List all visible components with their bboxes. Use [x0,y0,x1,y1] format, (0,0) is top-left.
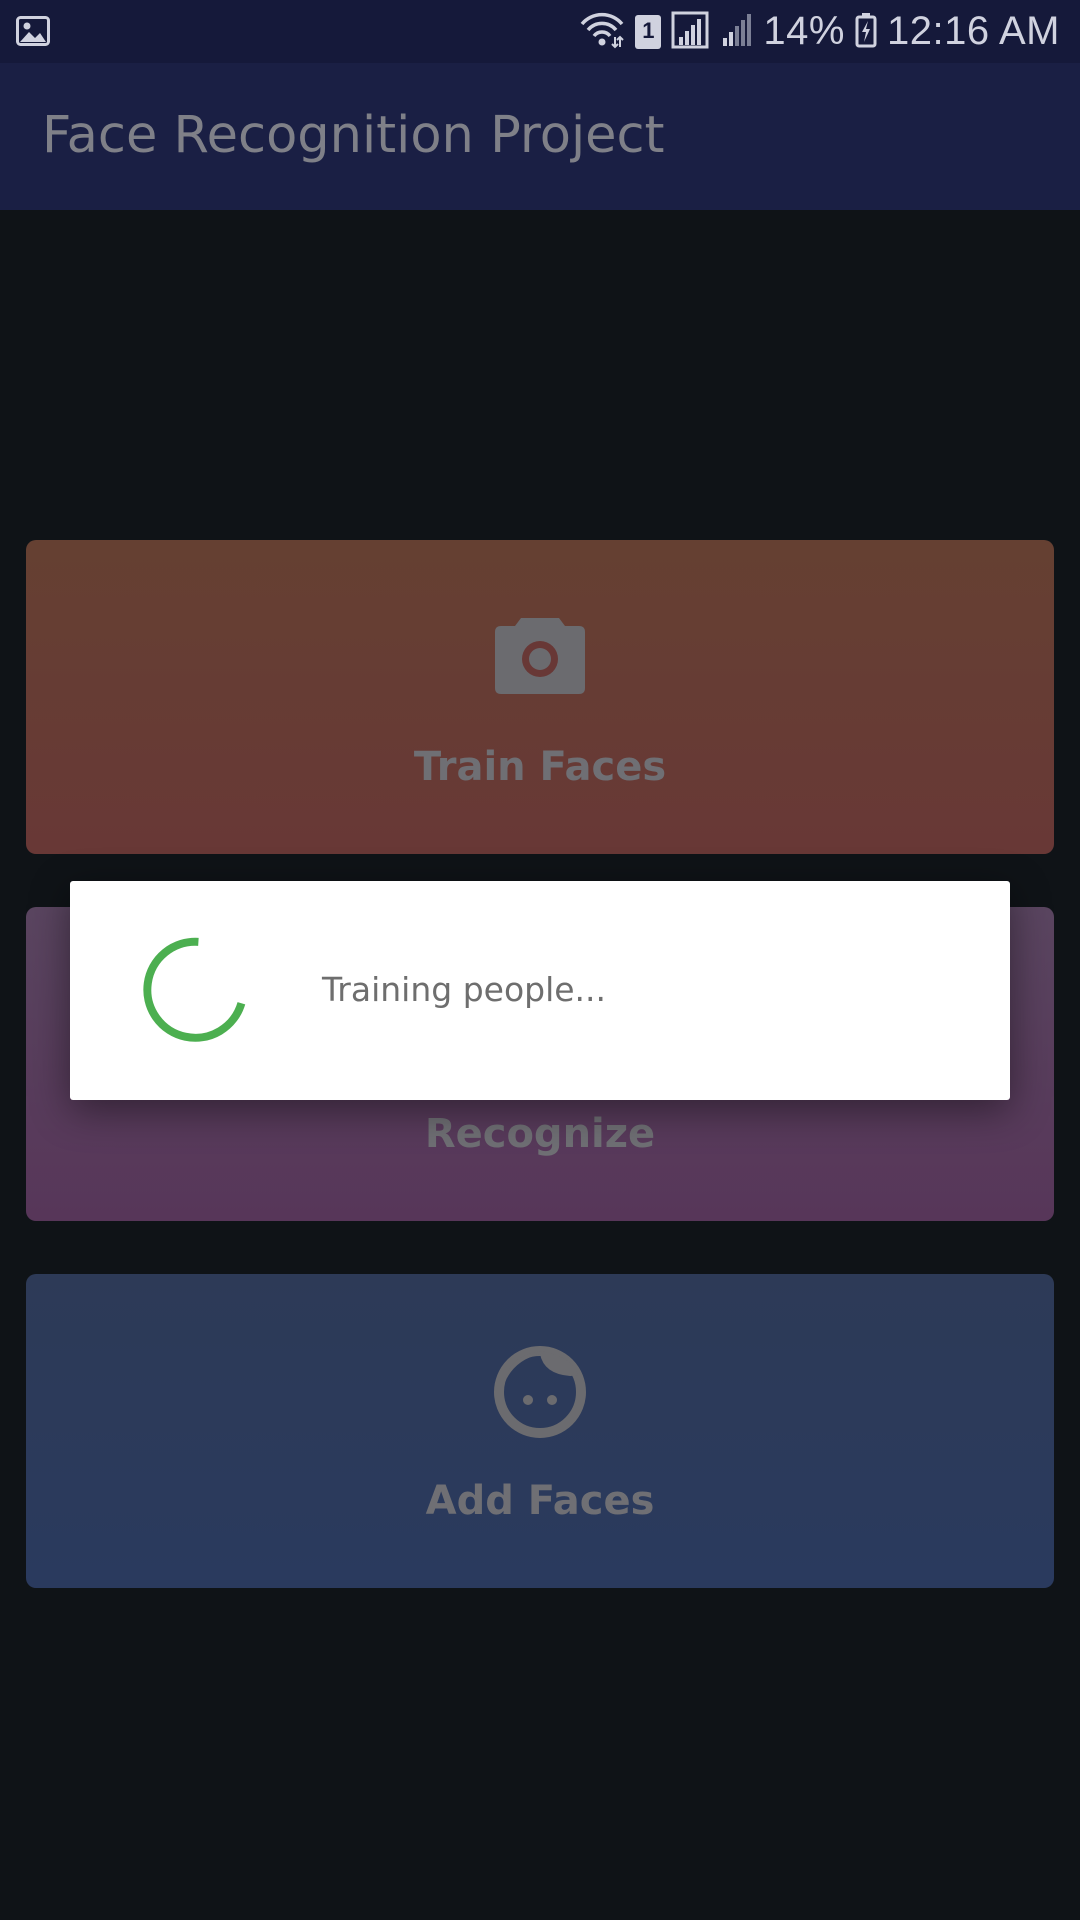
train-faces-label: Train Faces [413,744,667,790]
clock: 12:16 AM [886,9,1060,53]
signal-icon [721,12,753,52]
sim-icon: 1 [635,14,662,49]
progress-message: Training people... [322,970,607,1009]
app-title: Face Recognition Project [42,106,665,165]
app-toolbar: Face Recognition Project [0,63,1080,210]
loading-spinner-icon [140,935,250,1049]
train-faces-button[interactable]: Train Faces [26,540,1054,854]
wifi-icon [579,11,625,53]
add-faces-button[interactable]: Add Faces [26,1274,1054,1588]
status-bar: 1 14% 12:16 AM [0,0,1080,63]
battery-charging-icon [855,12,877,52]
signal-icon [671,11,711,53]
face-icon [494,1346,586,1442]
camera-icon [493,612,587,700]
add-faces-label: Add Faces [425,1478,655,1524]
sim-slot-number: 1 [642,17,655,43]
image-icon [16,16,50,50]
battery-percent: 14% [763,9,845,53]
recognize-label: Recognize [424,1111,656,1157]
